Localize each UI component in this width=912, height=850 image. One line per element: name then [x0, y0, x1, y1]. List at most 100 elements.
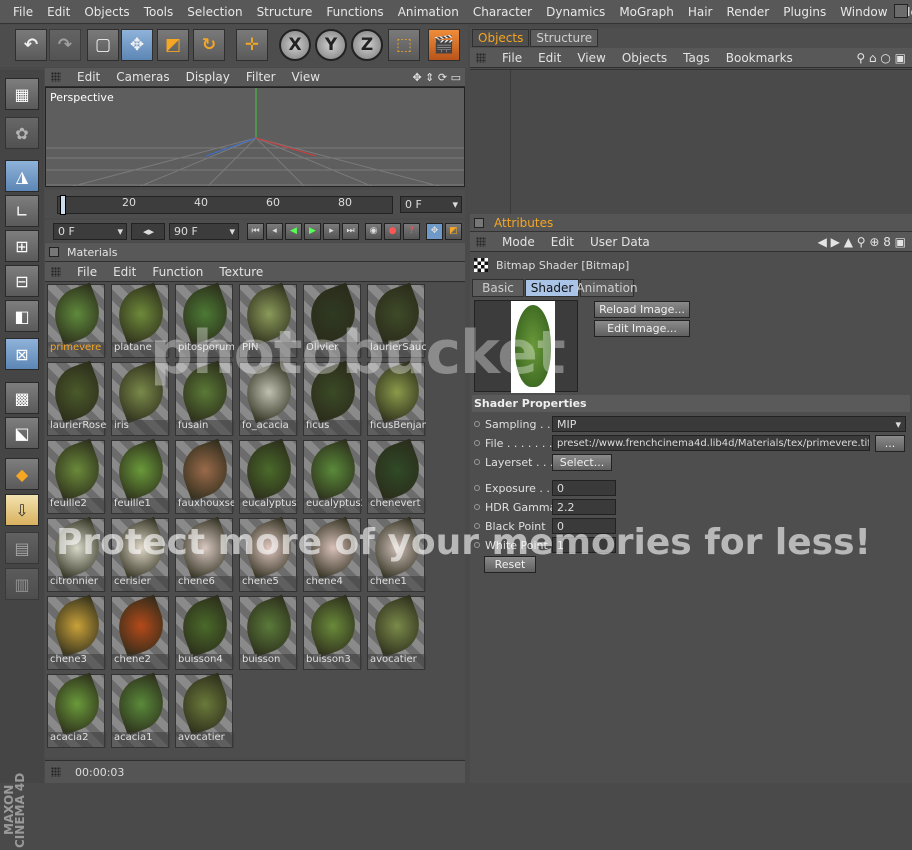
materials-menu-file[interactable]: File — [69, 265, 105, 279]
viewport-menu-cameras[interactable]: Cameras — [108, 70, 177, 84]
current-frame-field[interactable]: 0 F ▾ — [400, 196, 462, 213]
objects-menu-tags[interactable]: Tags — [675, 51, 718, 65]
edges-mode-icon[interactable]: ⊟ — [5, 265, 39, 297]
attributes-menu-userdata[interactable]: User Data — [582, 235, 658, 249]
live-selection-icon[interactable]: ▢ — [87, 29, 119, 61]
x-axis-icon[interactable]: X — [279, 29, 311, 61]
menu-mograph[interactable]: MoGraph — [612, 5, 681, 19]
material-swatch[interactable]: buisson — [238, 594, 300, 670]
perspective-viewport[interactable]: Perspective — [45, 87, 465, 187]
menu-plugins[interactable]: Plugins — [776, 5, 833, 19]
material-swatch[interactable]: chene3 — [46, 594, 108, 670]
timeline[interactable]: 20 40 60 80 0 F ▾ — [45, 190, 465, 218]
next-frame-icon[interactable]: ▸ — [323, 222, 340, 240]
subtab-basic[interactable]: Basic — [472, 279, 524, 297]
attributes-menu-edit[interactable]: Edit — [543, 235, 582, 249]
material-swatch[interactable]: acacia2 — [46, 672, 108, 748]
anim-dot-icon[interactable] — [474, 459, 480, 465]
attributes-menu-mode[interactable]: Mode — [494, 235, 543, 249]
play-backward-icon[interactable]: ◀ — [285, 222, 302, 240]
snap-icon[interactable]: ◆ — [5, 458, 39, 490]
texture-mode-icon[interactable]: ⊠ — [5, 338, 39, 370]
recent-tool-icon[interactable]: ✛ — [236, 29, 268, 61]
timeline-ruler[interactable]: 20 40 60 80 — [57, 195, 393, 215]
material-swatch[interactable]: chenevert — [366, 438, 428, 514]
browse-button[interactable]: ... — [875, 435, 905, 452]
menu-hair[interactable]: Hair — [681, 5, 720, 19]
key-position-icon[interactable]: ✥ — [426, 222, 443, 240]
polygons-mode-icon[interactable]: ◧ — [5, 300, 39, 332]
key-scale-icon[interactable]: ◩ — [445, 222, 462, 240]
layerset-select-button[interactable]: Select... — [552, 454, 612, 471]
material-swatch[interactable]: primevere — [46, 282, 108, 358]
subtab-animation[interactable]: Animation — [576, 279, 638, 297]
reload-image-button[interactable]: Reload Image... — [594, 301, 690, 318]
menu-file[interactable]: File — [6, 5, 40, 19]
menu-objects[interactable]: Objects — [77, 5, 136, 19]
anim-dot-icon[interactable] — [474, 504, 480, 510]
materials-menu-texture[interactable]: Texture — [211, 265, 271, 279]
texture-axis-icon[interactable]: ⬕ — [5, 417, 39, 449]
objects-menu-objects[interactable]: Objects — [614, 51, 675, 65]
viewport-layout-icon[interactable]: ▦ — [5, 78, 39, 110]
menu-selection[interactable]: Selection — [180, 5, 249, 19]
material-swatch[interactable]: fauxhouxse — [174, 438, 236, 514]
z-axis-icon[interactable]: Z — [351, 29, 383, 61]
menu-tools[interactable]: Tools — [137, 5, 181, 19]
material-swatch[interactable]: eucalyptus2 — [302, 438, 364, 514]
subtab-shader[interactable]: Shader — [525, 279, 579, 297]
tab-objects[interactable]: Objects — [472, 29, 530, 47]
objects-list[interactable] — [470, 69, 912, 215]
viewport-menu-display[interactable]: Display — [178, 70, 238, 84]
attributes-nav-icons[interactable]: ◀ ▶ ▲ ⚲ ⊕ 8 ▣ — [818, 235, 906, 249]
layout-toggle-icon[interactable] — [894, 4, 908, 18]
move-tool-icon[interactable]: ✥ — [121, 29, 153, 61]
menu-render[interactable]: Render — [719, 5, 776, 19]
menu-functions[interactable]: Functions — [319, 5, 390, 19]
model-mode-icon[interactable]: ◮ — [5, 160, 39, 192]
objects-menu-edit[interactable]: Edit — [530, 51, 569, 65]
menu-character[interactable]: Character — [466, 5, 539, 19]
viewport-menu-view[interactable]: View — [284, 70, 328, 84]
material-swatch[interactable]: buisson4 — [174, 594, 236, 670]
edit-image-button[interactable]: Edit Image... — [594, 320, 690, 337]
exposure-field[interactable]: 0 — [552, 480, 616, 496]
y-axis-icon[interactable]: Y — [315, 29, 347, 61]
points-mode-icon[interactable]: ⊞ — [5, 230, 39, 262]
anim-dot-icon[interactable] — [474, 485, 480, 491]
material-swatch[interactable]: chene2 — [110, 594, 172, 670]
material-swatch[interactable]: eucalyptus1 — [238, 438, 300, 514]
objects-menu-view[interactable]: View — [569, 51, 613, 65]
range-slider[interactable]: ◂▸ — [131, 222, 165, 240]
prev-frame-icon[interactable]: ◂ — [266, 222, 283, 240]
hdr-field[interactable]: 2.2 — [552, 499, 616, 515]
autokey-icon[interactable]: ● — [384, 222, 401, 240]
coordinate-system-icon[interactable]: ⬚ — [388, 29, 420, 61]
anim-dot-icon[interactable] — [474, 440, 480, 446]
object-axis-icon[interactable]: ∟ — [5, 195, 39, 227]
material-swatch[interactable]: acacia1 — [110, 672, 172, 748]
material-swatch[interactable]: laurierRose — [46, 360, 108, 436]
materials-menu-edit[interactable]: Edit — [105, 265, 144, 279]
viewport-menu-edit[interactable]: Edit — [69, 70, 108, 84]
undo-icon[interactable]: ↶ — [15, 29, 47, 61]
go-to-start-icon[interactable]: ⏮ — [247, 222, 264, 240]
tab-structure[interactable]: Structure — [530, 29, 599, 47]
menu-window[interactable]: Window — [833, 5, 894, 19]
material-swatch[interactable]: avocatier — [366, 594, 428, 670]
objects-search-icons[interactable]: ⚲ ⌂ ○ ▣ — [856, 51, 906, 65]
viewport-nav-icons[interactable]: ✥ ⇕ ⟳ ▭ — [412, 71, 461, 84]
menu-dynamics[interactable]: Dynamics — [539, 5, 612, 19]
start-frame-field[interactable]: 0 F ▾ — [53, 222, 127, 240]
redo-icon[interactable]: ↷ — [49, 29, 81, 61]
objects-menu-file[interactable]: File — [494, 51, 530, 65]
lock-icon[interactable]: ▥ — [5, 568, 39, 600]
file-path-field[interactable]: preset://www.frenchcinema4d.lib4d/Materi… — [552, 435, 870, 451]
scale-tool-icon[interactable]: ◩ — [157, 29, 189, 61]
go-to-end-icon[interactable]: ⏭ — [342, 222, 359, 240]
material-swatch[interactable]: avocatier — [174, 672, 236, 748]
record-keys-icon[interactable]: ◉ — [365, 222, 382, 240]
material-swatch[interactable]: feuille2 — [46, 438, 108, 514]
timeline-playhead[interactable] — [60, 195, 66, 215]
anim-dot-icon[interactable] — [474, 421, 480, 427]
